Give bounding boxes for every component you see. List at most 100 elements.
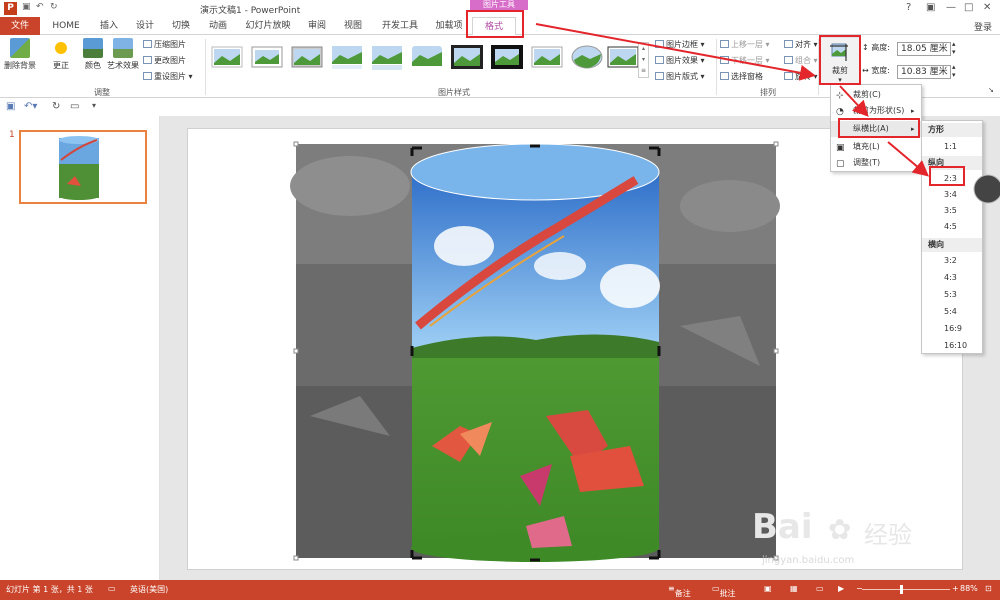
picture-style-9-icon [531, 46, 563, 68]
aspect-4-5[interactable]: 4:5 [922, 219, 957, 235]
aspect-16-9[interactable]: 16:9 [922, 321, 962, 337]
picture-effects-button[interactable]: 图片效果 ▾ [655, 55, 705, 66]
undo-icon[interactable]: ↶▾ [24, 101, 37, 112]
selection-pane-button[interactable]: 选择窗格 [720, 71, 763, 82]
tab-transitions[interactable]: 切换 [166, 17, 196, 35]
tab-file[interactable]: 文件 [0, 17, 40, 35]
zoom-slider-track[interactable] [862, 589, 950, 590]
height-input[interactable]: 18.05 厘米 [897, 42, 951, 56]
save-icon[interactable]: ▣ [22, 2, 31, 12]
picture-style-thumb[interactable] [210, 42, 244, 72]
customize-qat-icon[interactable]: ▾ [92, 101, 96, 110]
aspect-16-10[interactable]: 16:10 [922, 338, 967, 354]
comments-button[interactable]: ▭ 批注 [712, 584, 736, 598]
tab-slideshow[interactable]: 幻灯片放映 [240, 17, 296, 35]
tab-insert[interactable]: 插入 [94, 17, 124, 35]
redo-icon[interactable]: ↻ [50, 2, 58, 12]
picture-border-button[interactable]: 图片边框 ▾ [655, 39, 705, 50]
language-indicator[interactable]: 英语(美国) [130, 584, 168, 595]
close-button[interactable]: ✕ [983, 2, 991, 13]
artistic-effects-button[interactable]: 艺术效果 [104, 38, 142, 71]
tab-addins[interactable]: 加载项 [430, 17, 468, 35]
aspect-3-2[interactable]: 3:2 [922, 253, 957, 269]
aspect-5-3[interactable]: 5:3 [922, 287, 957, 303]
tab-animations[interactable]: 动画 [203, 17, 233, 35]
tab-developer[interactable]: 开发工具 [376, 17, 424, 35]
reset-picture-button[interactable]: 重设图片 ▾ [143, 71, 193, 82]
zoom-in-button[interactable]: + [952, 584, 959, 593]
tab-view[interactable]: 视图 [338, 17, 368, 35]
width-input[interactable]: 10.83 厘米 [897, 65, 951, 79]
landscape-header: 横向 [922, 238, 982, 252]
fit-slide-icon[interactable]: ⊡ [985, 584, 992, 593]
picture-style-thumb[interactable] [410, 42, 444, 72]
slide-sorter-icon[interactable]: ▦ [790, 584, 798, 593]
highlight-2-3 [929, 166, 965, 186]
tab-home[interactable]: HOME [46, 17, 86, 35]
change-picture-icon [143, 56, 152, 64]
picture-layout-button[interactable]: 图片版式 ▾ [655, 71, 705, 82]
width-icon: ↔ [862, 66, 869, 75]
compress-pictures-button[interactable]: 压缩图片 [143, 39, 186, 50]
repeat-icon[interactable]: ↻ [52, 101, 60, 112]
align-button[interactable]: 对齐 ▾ [784, 39, 818, 50]
change-picture-button[interactable]: 更改图片 [143, 55, 186, 66]
picture-style-11-icon [607, 46, 639, 68]
spellcheck-icon[interactable]: ▭ [108, 584, 116, 593]
picture-styles-group-label: 图片样式 [438, 88, 470, 97]
login-link[interactable]: 登录 [974, 20, 992, 33]
slide-thumbnail[interactable] [19, 130, 147, 204]
bring-forward-button[interactable]: 上移一层 ▾ [720, 39, 770, 50]
slide-thumbnail-pane: 1 [0, 116, 160, 580]
color-label: 颜色 [85, 61, 101, 70]
aspect-1-1[interactable]: 1:1 [922, 139, 957, 155]
picture-style-thumb[interactable] [290, 42, 324, 72]
picture-style-thumb[interactable] [250, 42, 284, 72]
picture-style-thumb[interactable] [570, 42, 604, 72]
size-dialog-launcher-icon[interactable]: ↘ [988, 86, 994, 94]
watermark-url: jingyan.baidu.com [762, 555, 855, 566]
help-icon[interactable]: ? [906, 2, 911, 13]
square-header: 方形 [922, 123, 982, 137]
picture-style-thumb[interactable] [450, 42, 484, 72]
group-separator [716, 39, 717, 95]
picture-style-thumb[interactable] [490, 42, 524, 72]
picture-layout-icon [655, 72, 664, 80]
reading-view-icon[interactable]: ▭ [816, 584, 824, 593]
group-button[interactable]: 组合 ▾ [784, 55, 818, 66]
corrections-label: 更正 [53, 61, 69, 70]
normal-view-icon[interactable]: ▣ [764, 584, 772, 593]
minimize-button[interactable]: — [946, 2, 956, 13]
height-spinner[interactable]: ▴ ▾ [952, 40, 956, 56]
tab-design[interactable]: 设计 [130, 17, 160, 35]
slideshow-view-icon[interactable]: ▶ [838, 584, 844, 593]
zoom-level[interactable]: 88% [960, 584, 978, 593]
tab-review[interactable]: 审阅 [302, 17, 332, 35]
send-backward-button[interactable]: 下移一层 ▾ [720, 55, 770, 66]
restore-button[interactable]: □ [964, 2, 973, 13]
slide-thumbnail-image [59, 136, 99, 200]
save-icon[interactable]: ▣ [6, 101, 15, 112]
corrections-button[interactable]: 更正 [46, 38, 76, 71]
picture-style-thumb[interactable] [330, 42, 364, 72]
aspect-4-3[interactable]: 4:3 [922, 270, 957, 286]
picture-style-thumb[interactable] [530, 42, 564, 72]
rotate-button[interactable]: 旋转 ▾ [784, 71, 818, 82]
start-slideshow-icon[interactable]: ▭ [70, 101, 79, 112]
zoom-slider-knob[interactable] [900, 585, 903, 594]
notes-button[interactable]: ≡ 备注 [668, 584, 691, 598]
picture-style-4-icon [332, 46, 362, 69]
aspect-3-4[interactable]: 3:4 [922, 187, 957, 203]
picture-style-thumb[interactable] [606, 42, 640, 72]
picture-style-thumb[interactable] [370, 42, 404, 72]
highlight-crop-button [819, 35, 861, 85]
aspect-3-5[interactable]: 3:5 [922, 203, 957, 219]
gallery-scroll[interactable]: ▴ ▾ ≡ [638, 42, 649, 78]
width-spinner[interactable]: ▴ ▾ [952, 63, 956, 79]
arrange-group-label: 排列 [760, 88, 776, 97]
aspect-5-4[interactable]: 5:4 [922, 304, 957, 320]
ribbon-display-icon[interactable]: ▣ [926, 2, 935, 13]
undo-icon[interactable]: ↶ [36, 2, 44, 12]
height-label: ↕ 高度: [862, 43, 890, 52]
remove-background-button[interactable]: 删除背景 [2, 38, 38, 71]
